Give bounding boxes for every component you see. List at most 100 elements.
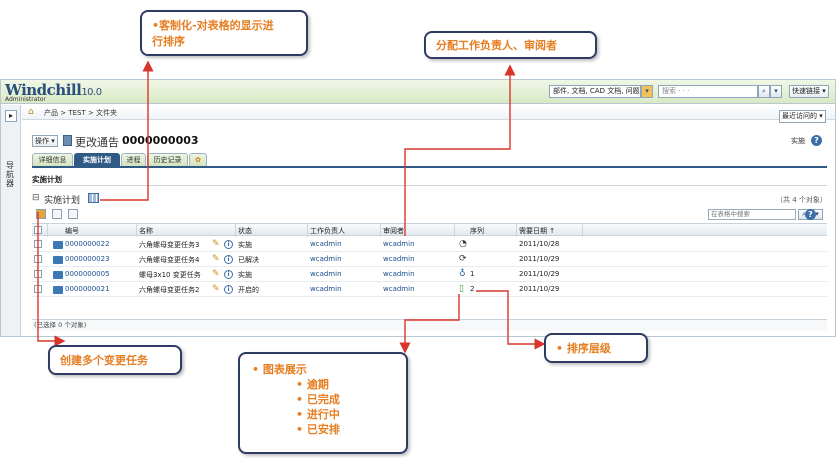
table-row[interactable]: 0000000005 螺母3x10 变更任务 ✎ i 实施 wcadmin wc… [32,267,827,282]
table-search-input[interactable]: 在表格中搜索 [708,209,796,220]
edit-icon[interactable]: ✎ [212,239,220,249]
navigator-panel[interactable]: ▸ 导航器 [1,105,21,336]
user-role: Administrator [5,96,46,103]
scheduled-icon: ▯ [459,284,464,294]
row-name: 六角螺母变更任务3 [139,241,200,249]
tab-process[interactable]: 进程 [121,153,146,166]
info-icon[interactable]: i [224,285,233,294]
tab-details[interactable]: 详细信息 [32,153,73,166]
home-icon[interactable]: ⌂ [28,107,34,117]
callout-create-tasks: 创建多个变更任务 [48,345,182,375]
col-state[interactable]: 状态 [238,226,252,236]
row-reviewer[interactable]: wcadmin [383,270,415,278]
row-assignee[interactable]: wcadmin [310,270,342,278]
breadcrumb-bar: ⌂ 产品 > TEST > 文件夹 [22,105,835,120]
edit-icon[interactable]: ✎ [212,254,220,264]
search-scope-select[interactable]: 部件, 文档, CAD 文档, 问题报 [549,85,641,98]
table-header: 编号 名称 状态 工作负责人 审阅者 序列 需要日期 ↑ [32,223,827,237]
row-reviewer[interactable]: wcadmin [383,255,415,263]
row-sequence: 1 [470,270,475,278]
tab-underline [32,166,827,168]
selection-footer: (已选择 0 个对象) [32,319,827,331]
col-need-date[interactable]: 需要日期 ↑ [519,226,555,236]
edit-icon[interactable]: ✎ [212,284,220,294]
table-view-icon[interactable] [88,193,99,203]
create-task-icon[interactable] [36,209,46,219]
table-row[interactable]: 0000000021 六角螺母变更任务2 ✎ i 开启的 wcadmin wca… [32,282,827,297]
change-task-icon [53,271,63,279]
table-help-icon[interactable]: ? [805,209,816,220]
callout-assign: 分配工作负责人、审阅者 [424,31,597,59]
table-count: （共 4 个对象） [776,196,827,204]
expand-navigator-icon[interactable]: ▸ [5,110,17,122]
select-all-checkbox[interactable] [34,226,42,234]
delete-icon[interactable] [68,209,78,219]
change-task-icon [53,286,63,294]
in-progress-icon: ♁ [459,269,466,279]
row-need-date: 2011/10/29 [519,285,560,293]
quick-links-menu[interactable]: 快速链接 ▾ [789,85,829,98]
row-state: 已解决 [238,256,259,264]
search-scope-dropdown[interactable]: ▾ [641,85,653,98]
callout-chart: • 图表展示 • 逾期 • 已完成 • 进行中 • 已安排 [238,352,408,454]
section-divider [32,185,827,186]
row-number-link[interactable]: 0000000023 [65,255,110,263]
table-title: 实施计划 [44,196,81,206]
row-state: 实施 [238,241,252,249]
windchill-window: Windchill10.0 Administrator 部件, 文档, CAD … [0,79,836,337]
info-icon[interactable]: i [224,270,233,279]
search-icon[interactable]: ⌕ [758,85,770,98]
help-icon[interactable]: ? [811,135,822,146]
row-checkbox[interactable] [34,270,42,278]
row-name: 六角螺母变更任务2 [139,286,200,294]
edit-icon[interactable]: ✎ [212,269,220,279]
row-need-date: 2011/10/28 [519,240,560,248]
actions-menu-button[interactable]: 操作 ▾ [32,135,58,147]
row-name: 螺母3x10 变更任务 [139,271,201,279]
page-title-prefix: 更改通告 - [75,136,127,149]
row-reviewer[interactable]: wcadmin [383,240,415,248]
col-assignee[interactable]: 工作负责人 [310,226,345,236]
row-number-link[interactable]: 0000000021 [65,285,110,293]
row-number-link[interactable]: 0000000005 [65,270,110,278]
status-badge: 实施 [791,137,805,145]
navigator-label: 导航器 [6,161,14,188]
recent-menu[interactable]: 最近访问的 ▾ [779,110,826,123]
col-number[interactable]: 编号 [65,226,79,236]
chart-icon[interactable] [52,209,62,219]
row-checkbox[interactable] [34,255,42,263]
page-title-number: 0000000003 [122,134,199,147]
row-state: 实施 [238,271,252,279]
search-input[interactable]: 搜索 · · · [658,85,758,98]
row-reviewer[interactable]: wcadmin [383,285,415,293]
search-dropdown-icon[interactable]: ▾ [770,85,782,98]
col-name[interactable]: 名称 [139,226,153,236]
section-title: 实施计划 [32,175,62,184]
row-assignee[interactable]: wcadmin [310,255,342,263]
row-need-date: 2011/10/29 [519,255,560,263]
info-icon[interactable]: i [224,240,233,249]
tab-add-icon[interactable]: ✿ [189,153,207,166]
callout-customize: •客制化-对表格的显示进 行排序 [140,10,308,56]
change-task-icon [53,241,63,249]
breadcrumb[interactable]: 产品 > TEST > 文件夹 [44,108,117,118]
col-reviewer[interactable]: 审阅者 [383,226,404,236]
row-assignee[interactable]: wcadmin [310,240,342,248]
row-assignee[interactable]: wcadmin [310,285,342,293]
tab-implementation-plan[interactable]: 实施计划 [74,153,120,166]
change-task-icon [53,256,63,264]
app-header: Windchill10.0 Administrator 部件, 文档, CAD … [1,80,835,104]
row-state: 开启的 [238,286,259,294]
table-row[interactable]: 0000000023 六角螺母变更任务4 ✎ i 已解决 wcadmin wca… [32,252,827,267]
overdue-clock-icon: ◔ [459,239,467,249]
info-icon[interactable]: i [224,255,233,264]
row-number-link[interactable]: 0000000022 [65,240,110,248]
row-checkbox[interactable] [34,240,42,248]
row-sequence: 2 [470,285,475,293]
callout-sort-level: • 排序层级 [544,333,648,363]
tab-history[interactable]: 历史记录 [147,153,188,166]
col-sequence[interactable]: 序列 [470,226,484,236]
table-row[interactable]: 0000000022 六角螺母变更任务3 ✎ i 实施 wcadmin wcad… [32,237,827,252]
row-checkbox[interactable] [34,285,42,293]
table-toolbar: 在表格中搜索 ⌕ ▾ [32,207,827,222]
